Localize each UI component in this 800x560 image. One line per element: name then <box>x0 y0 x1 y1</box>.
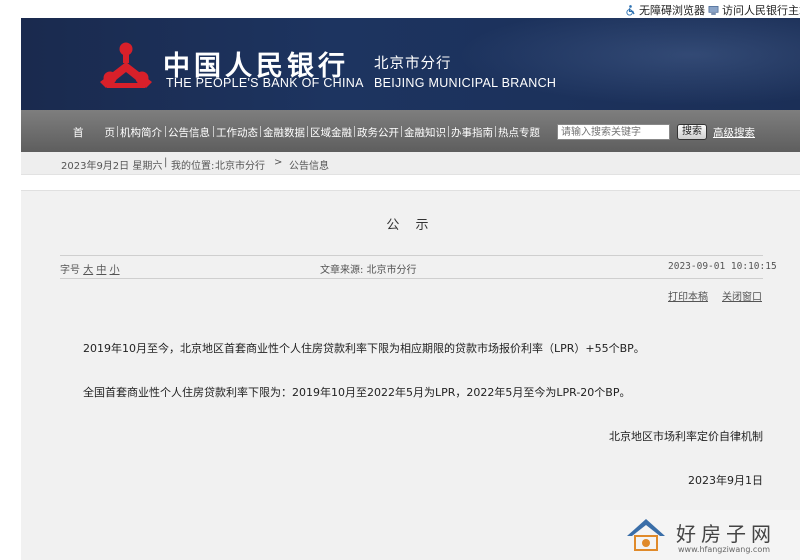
accessibility-link[interactable]: 无障碍浏览器 <box>625 2 705 18</box>
nav-separator <box>448 126 449 137</box>
search-input[interactable] <box>557 124 670 140</box>
nav-item-work-news[interactable]: 工作动态 <box>216 125 258 140</box>
divider <box>60 255 763 256</box>
nav-item-about[interactable]: 机构简介 <box>120 125 162 140</box>
article-timestamp: 2023-09-01 10:10:15 <box>668 261 777 272</box>
breadcrumb-link-announcements[interactable]: 公告信息 <box>289 157 329 172</box>
article-signature: 北京地区市场利率定价自律机制 <box>609 430 763 443</box>
branch-name-chinese: 北京市分行 <box>374 56 452 72</box>
nav-separator <box>354 126 355 137</box>
font-size-controls: 字号 大 中 小 <box>60 261 120 276</box>
breadcrumb-prefix: 我的位置: <box>171 161 215 172</box>
nav-item-hot-topics[interactable]: 热点专题 <box>498 125 540 140</box>
watermark-text: 好房子网 <box>676 522 776 546</box>
nav-item-service-guide[interactable]: 办事指南 <box>451 125 493 140</box>
watermark-url: www.hfangziwang.com <box>678 545 771 554</box>
advanced-search-link[interactable]: 高级搜索 <box>713 125 755 140</box>
divider <box>60 278 763 279</box>
article-title: 公 示 <box>386 218 435 233</box>
site-banner: 中国人民银行 THE PEOPLE'S BANK OF CHINA 北京市分行 … <box>21 18 800 110</box>
chevron-right-icon: > <box>274 157 283 168</box>
house-logo-icon <box>627 519 665 551</box>
pboc-logo-icon[interactable] <box>96 40 156 92</box>
font-size-label: 字号 <box>60 265 80 276</box>
article-source: 文章来源: 北京市分行 <box>320 265 417 276</box>
article-actions: 打印本稿 <box>668 288 708 303</box>
nav-item-announcements[interactable]: 公告信息 <box>168 125 210 140</box>
nav-separator <box>165 126 166 137</box>
font-size-large-link[interactable]: 大 <box>83 265 93 276</box>
nav-separator <box>213 126 214 137</box>
top-utility-bar: 无障碍浏览器 访问人民银行主站 <box>0 0 800 18</box>
main-nav: 首 页 机构简介 公告信息 工作动态 金融数据 区域金融 政务公开 金融知识 办… <box>21 110 800 152</box>
bank-name-english: THE PEOPLE'S BANK OF CHINA <box>166 76 364 90</box>
visit-main-site-label: 访问人民银行主站 <box>722 4 800 17</box>
breadcrumb-divider: | <box>164 157 168 168</box>
close-window-link[interactable]: 关闭窗口 <box>722 292 762 303</box>
article-paragraph: 全国首套商业性个人住房贷款利率下限为：2019年10月至2022年5月为LPR，… <box>83 386 631 399</box>
font-size-medium-link[interactable]: 中 <box>96 265 106 276</box>
current-date: 2023年9月2日 星期六 <box>61 161 163 172</box>
article-actions-close: 关闭窗口 <box>722 288 762 303</box>
monitor-icon <box>708 5 719 15</box>
visit-main-site-link[interactable]: 访问人民银行主站 <box>708 2 800 18</box>
nav-item-regional-finance[interactable]: 区域金融 <box>310 125 352 140</box>
wheelchair-icon <box>626 4 635 16</box>
breadcrumb-link-branch[interactable]: 北京市分行 <box>215 157 265 172</box>
search-button[interactable]: 搜索 <box>677 124 707 140</box>
article-date: 2023年9月1日 <box>688 474 763 487</box>
breadcrumb: 2023年9月2日 星期六 | 我的位置: 北京市分行 > 公告信息 <box>21 152 800 175</box>
font-size-small-link[interactable]: 小 <box>110 265 120 276</box>
nav-item-financial-knowledge[interactable]: 金融知识 <box>404 125 446 140</box>
article-paragraph: 2019年10月至今，北京地区首套商业性个人住房贷款利率下限为相应期限的贷款市场… <box>83 342 645 355</box>
nav-item-government-affairs[interactable]: 政务公开 <box>357 125 399 140</box>
banner-decoration <box>440 18 800 110</box>
nav-separator <box>307 126 308 137</box>
nav-item-financial-data[interactable]: 金融数据 <box>263 125 305 140</box>
nav-separator <box>260 126 261 137</box>
branch-name-english: BEIJING MUNICIPAL BRANCH <box>374 76 557 90</box>
watermark: 好房子网 www.hfangziwang.com <box>600 510 800 560</box>
nav-separator <box>495 126 496 137</box>
nav-item-home[interactable]: 首 页 <box>73 125 115 140</box>
article-panel: 公 示 字号 大 中 小 文章来源: 北京市分行 2023-09-01 10:1… <box>21 190 800 560</box>
print-link[interactable]: 打印本稿 <box>668 292 708 303</box>
accessibility-label: 无障碍浏览器 <box>639 4 705 17</box>
nav-separator <box>401 126 402 137</box>
nav-separator <box>117 126 118 137</box>
